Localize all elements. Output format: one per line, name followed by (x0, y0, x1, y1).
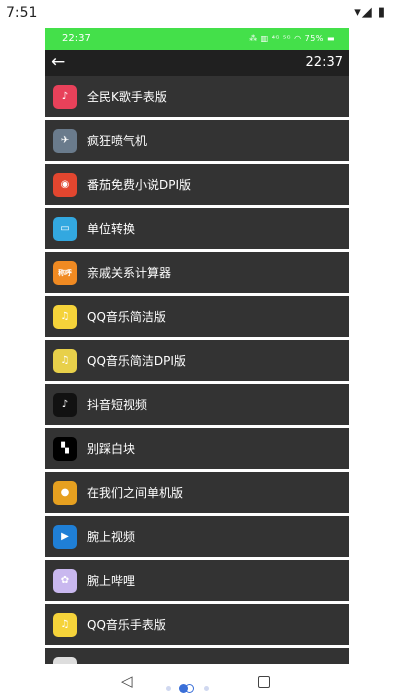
partial-icon (53, 656, 77, 664)
app-list-item[interactable]: ▚ 别踩白块 (45, 428, 349, 469)
app-label: 腕上哔哩 (87, 574, 136, 588)
app-label: 腕上视频 (87, 530, 136, 544)
unit-convert-icon: ▭ (53, 216, 77, 241)
app-list-item[interactable]: ♪ 抖音短视频 (45, 384, 349, 425)
relative-calculator-icon: 称呼 (53, 260, 77, 285)
wrist-bilibili-icon: ✿ (53, 568, 77, 593)
app-label: 别踩白块 (87, 442, 136, 456)
app-label: 单位转换 (87, 222, 136, 236)
app-label: 在我们之间单机版 (87, 486, 184, 500)
app-list-item[interactable]: ♪ 全民K歌手表版 (45, 76, 349, 117)
app-label: 全民K歌手表版 (87, 90, 167, 104)
app-list-item[interactable]: ♫ QQ音乐简洁DPI版 (45, 340, 349, 381)
nav-recents-icon[interactable] (258, 676, 270, 688)
watch-screen: 22:37 ⁂ ▥ ⁴ᴳ ⁵ᴳ ◠ 75% ▬ ← 22:37 ♪ 全民K歌手表版… (45, 28, 349, 664)
tomato-novel-icon: ◉ (53, 172, 77, 197)
wrist-video-icon: ▶ (53, 524, 77, 549)
nav-back-icon[interactable]: ◁ (121, 672, 133, 690)
app-label: QQ音乐简洁DPI版 (87, 354, 186, 368)
qq-music-dpi-icon: ♫ (53, 348, 77, 373)
app-list-item[interactable]: ♫ QQ音乐简洁版 (45, 296, 349, 337)
system-status-icons: ▾◢ ▮ (354, 5, 386, 20)
watch-status-time: 22:37 (62, 33, 91, 44)
back-arrow-icon[interactable]: ← (51, 52, 65, 72)
system-time: 7:51 (6, 5, 38, 21)
app-label: 疯狂喷气机 (87, 134, 148, 148)
app-list-item[interactable]: ◉ 番茄免费小说DPI版 (45, 164, 349, 205)
system-status-bar: 7:51 ▾◢ ▮ (0, 0, 394, 26)
navigation-bar: ◁ (0, 664, 394, 700)
app-list-item[interactable]: ▭ 单位转换 (45, 208, 349, 249)
app-list-item[interactable]: ✈ 疯狂喷气机 (45, 120, 349, 161)
watch-status-bar: 22:37 ⁂ ▥ ⁴ᴳ ⁵ᴳ ◠ 75% ▬ (45, 28, 349, 50)
piano-tiles-icon: ▚ (53, 436, 77, 461)
app-list: ♪ 全民K歌手表版 ✈ 疯狂喷气机 ◉ 番茄免费小说DPI版 ▭ 单位转换 称呼 亲戚关系计算器 ♫… (45, 76, 349, 664)
app-label: 亲戚关系计算器 (87, 266, 172, 280)
qq-music-watch-icon: ♫ (53, 612, 77, 637)
app-label: 抖音短视频 (87, 398, 148, 412)
app-list-item[interactable] (45, 648, 349, 664)
among-us-icon: ● (53, 480, 77, 505)
nav-home-icon[interactable] (166, 678, 217, 697)
app-list-item[interactable]: ▶ 腕上视频 (45, 516, 349, 557)
karaoke-icon: ♪ (53, 84, 77, 109)
app-list-item[interactable]: ● 在我们之间单机版 (45, 472, 349, 513)
app-label: QQ音乐简洁版 (87, 310, 166, 324)
app-bar: ← 22:37 (45, 50, 349, 76)
app-bar-time: 22:37 (305, 55, 343, 70)
jetpack-icon: ✈ (53, 128, 77, 153)
app-list-item[interactable]: 称呼 亲戚关系计算器 (45, 252, 349, 293)
douyin-icon: ♪ (53, 392, 77, 417)
watch-status-icons: ⁂ ▥ ⁴ᴳ ⁵ᴳ ◠ 75% ▬ (249, 34, 335, 43)
app-label: QQ音乐手表版 (87, 618, 166, 632)
app-list-item[interactable]: ♫ QQ音乐手表版 (45, 604, 349, 645)
app-list-item[interactable]: ✿ 腕上哔哩 (45, 560, 349, 601)
qq-music-icon: ♫ (53, 304, 77, 329)
app-label: 番茄免费小说DPI版 (87, 178, 192, 192)
